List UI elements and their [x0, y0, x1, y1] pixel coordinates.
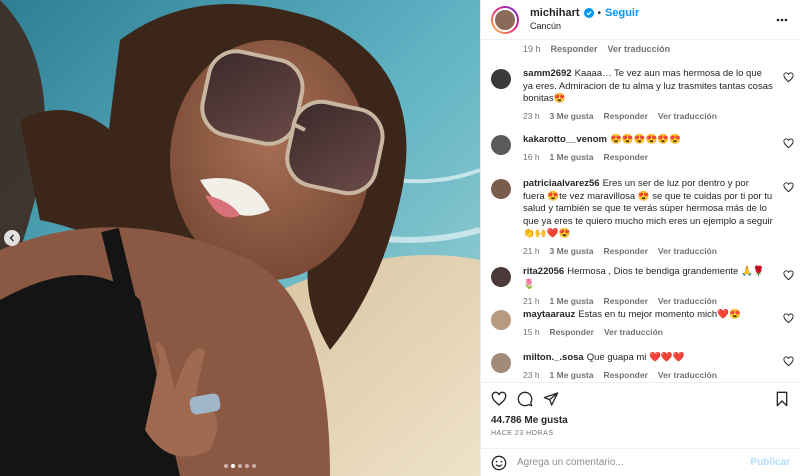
commenter-avatar[interactable]: [491, 310, 511, 330]
comment-time: 23 h: [523, 369, 540, 380]
reply-button[interactable]: Responder: [603, 296, 647, 306]
comments-list[interactable]: 19 h Responder Ver traducción samm2692 Ka…: [481, 40, 800, 382]
comment-item: samm2692 Kaaaa… Te vez aun mas hermosa de…: [491, 68, 800, 121]
comment-time: 21 h: [523, 296, 540, 306]
comment-meta: 19 h Responder Ver traducción: [523, 44, 670, 54]
comment-likes[interactable]: 3 Me gusta: [550, 246, 594, 256]
commenter-avatar[interactable]: [491, 69, 511, 89]
reply-button[interactable]: Responder: [551, 44, 598, 54]
carousel-dot: [245, 464, 249, 468]
heart-icon[interactable]: [783, 72, 794, 83]
follow-button[interactable]: Seguir: [605, 7, 639, 20]
separator-dot: •: [597, 7, 602, 19]
commenter-avatar[interactable]: [491, 179, 511, 199]
post-time[interactable]: HACE 23 HORAS: [491, 430, 800, 437]
comment-icon: [517, 391, 533, 407]
heart-icon[interactable]: [783, 182, 794, 193]
commenter-avatar[interactable]: [491, 267, 511, 287]
likes-count[interactable]: 44.786 Me gusta: [491, 415, 800, 426]
commenter-username[interactable]: milton._.sosa: [523, 352, 584, 363]
comment-likes[interactable]: 3 Me gusta: [550, 111, 594, 121]
heart-icon[interactable]: [783, 138, 794, 149]
comment-item: patriciaalvarez56 Eres un ser de luz por …: [491, 178, 800, 256]
comment-time: 23 h: [523, 110, 540, 121]
verified-icon: [583, 8, 594, 18]
heart-icon[interactable]: [783, 356, 794, 367]
share-button[interactable]: [543, 391, 559, 407]
more-icon: [776, 18, 788, 21]
translate-button[interactable]: Ver traducción: [604, 327, 663, 337]
author-avatar[interactable]: [491, 5, 519, 34]
commenter-username[interactable]: rita22056: [523, 266, 564, 277]
translate-button[interactable]: Ver traducción: [658, 370, 717, 380]
post-side-panel: michihart • Seguir Cancún 19 h Responder…: [480, 0, 800, 476]
translate-button[interactable]: Ver traducción: [658, 246, 717, 256]
carousel-dot-active: [231, 464, 235, 468]
chevron-left-icon: [9, 234, 14, 242]
reply-button[interactable]: Responder: [603, 111, 647, 121]
post-photo[interactable]: [0, 0, 480, 476]
comment-input[interactable]: [517, 457, 751, 468]
reply-button[interactable]: Responder: [550, 327, 594, 337]
commenter-avatar[interactable]: [491, 135, 511, 155]
reply-button[interactable]: Responder: [603, 246, 647, 256]
author-username[interactable]: michihart: [530, 7, 580, 20]
post-actions: 44.786 Me gusta HACE 23 HORAS Publicar: [481, 382, 800, 476]
comment-time: 21 h: [523, 245, 540, 256]
share-icon: [543, 392, 559, 406]
save-button[interactable]: [774, 391, 790, 407]
translate-button[interactable]: Ver traducción: [658, 296, 717, 306]
post-header: michihart • Seguir Cancún: [481, 0, 800, 40]
carousel-indicator: [0, 464, 480, 468]
comment-time: 16 h: [523, 151, 540, 162]
reply-button[interactable]: Responder: [603, 370, 647, 380]
comment-time: 15 h: [523, 326, 540, 337]
carousel-dot: [224, 464, 228, 468]
commenter-username[interactable]: maytaarauz: [523, 309, 575, 320]
comment-item: milton._.sosa Que guapa mi ❤️❤️❤️ 23 h 1 …: [491, 352, 800, 380]
comment-text: 😍😍😍😍😍😍: [609, 134, 681, 145]
comment-likes[interactable]: 1 Me gusta: [550, 370, 594, 380]
commenter-username[interactable]: kakarotto__venom: [523, 134, 607, 145]
publish-button[interactable]: Publicar: [751, 457, 790, 468]
comment-likes[interactable]: 1 Me gusta: [550, 296, 594, 306]
comment-likes[interactable]: 1 Me gusta: [550, 152, 594, 162]
comment-text: Estas en tu mejor momento mich❤️😍: [578, 309, 741, 320]
commenter-username[interactable]: samm2692: [523, 68, 572, 79]
like-button[interactable]: [491, 391, 507, 407]
carousel-dot: [238, 464, 242, 468]
post-image: [0, 0, 480, 476]
post-location[interactable]: Cancún: [530, 20, 639, 33]
emoji-icon[interactable]: [491, 455, 507, 471]
commenter-avatar[interactable]: [491, 353, 511, 373]
commenter-username[interactable]: patriciaalvarez56: [523, 178, 600, 189]
heart-icon[interactable]: [783, 313, 794, 324]
comment-item: kakarotto__venom 😍😍😍😍😍😍 16 h 1 Me gusta R…: [491, 134, 800, 162]
heart-icon[interactable]: [783, 270, 794, 281]
heart-icon: [491, 391, 507, 406]
comment-item: maytaarauz Estas en tu mejor momento mich…: [491, 309, 800, 337]
comment-time: 19 h: [523, 44, 541, 54]
reply-button[interactable]: Responder: [603, 152, 647, 162]
comment-button[interactable]: [517, 391, 533, 407]
more-options-button[interactable]: [774, 12, 790, 28]
bookmark-icon: [776, 391, 788, 407]
translate-button[interactable]: Ver traducción: [658, 111, 717, 121]
comment-text: Que guapa mi ❤️❤️❤️: [586, 352, 685, 363]
translate-button[interactable]: Ver traducción: [608, 44, 671, 54]
carousel-prev-button[interactable]: [4, 230, 20, 246]
comment-item: rita22056 Hermosa , Dios te bendiga grand…: [491, 266, 800, 306]
add-comment-bar: Publicar: [481, 448, 800, 476]
carousel-dot: [252, 464, 256, 468]
